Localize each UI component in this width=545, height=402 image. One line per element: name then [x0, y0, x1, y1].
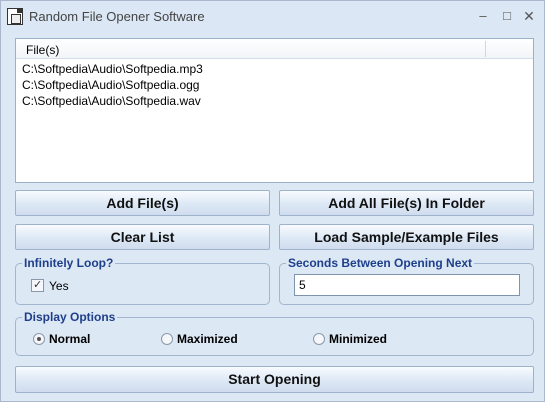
column-divider[interactable]: [485, 41, 486, 57]
add-files-button[interactable]: Add File(s): [15, 190, 270, 216]
radio-minimized[interactable]: [313, 333, 325, 345]
title-bar[interactable]: Random File Opener Software – □ ✕: [1, 1, 544, 33]
seconds-input[interactable]: 5: [294, 274, 520, 296]
infinite-loop-legend: Infinitely Loop?: [22, 256, 116, 270]
check-icon: ✓: [33, 279, 43, 291]
minimize-icon[interactable]: –: [473, 7, 493, 25]
file-list-header: File(s): [16, 39, 533, 59]
add-all-files-in-folder-button[interactable]: Add All File(s) In Folder: [279, 190, 534, 216]
infinite-loop-group: Infinitely Loop? ✓ Yes: [15, 256, 270, 305]
start-opening-button[interactable]: Start Opening: [15, 366, 534, 393]
list-item[interactable]: C:\Softpedia\Audio\Softpedia.wav: [22, 94, 201, 108]
maximize-icon[interactable]: □: [497, 7, 517, 25]
app-icon: [7, 8, 23, 25]
radio-maximized-label[interactable]: Maximized: [177, 332, 238, 346]
radio-normal-label[interactable]: Normal: [49, 332, 90, 346]
display-options-legend: Display Options: [22, 310, 118, 324]
list-item[interactable]: C:\Softpedia\Audio\Softpedia.mp3: [22, 62, 203, 76]
radio-normal[interactable]: [33, 333, 45, 345]
clear-list-button[interactable]: Clear List: [15, 224, 270, 250]
load-sample-files-button[interactable]: Load Sample/Example Files: [279, 224, 534, 250]
infinite-loop-yes-label[interactable]: Yes: [49, 279, 69, 293]
close-icon[interactable]: ✕: [519, 7, 539, 25]
file-list[interactable]: File(s) C:\Softpedia\Audio\Softpedia.mp3…: [15, 38, 534, 183]
seconds-between-group: Seconds Between Opening Next 5: [279, 256, 534, 305]
list-item[interactable]: C:\Softpedia\Audio\Softpedia.ogg: [22, 78, 199, 92]
radio-maximized[interactable]: [161, 333, 173, 345]
display-options-group: Display Options Normal Maximized Minimiz…: [15, 310, 534, 356]
window-title: Random File Opener Software: [29, 9, 205, 24]
seconds-between-legend: Seconds Between Opening Next: [286, 256, 475, 270]
infinite-loop-checkbox[interactable]: ✓: [31, 279, 44, 292]
radio-minimized-label[interactable]: Minimized: [329, 332, 387, 346]
app-window: Random File Opener Software – □ ✕ File(s…: [0, 0, 545, 402]
column-header-files[interactable]: File(s): [26, 43, 59, 57]
